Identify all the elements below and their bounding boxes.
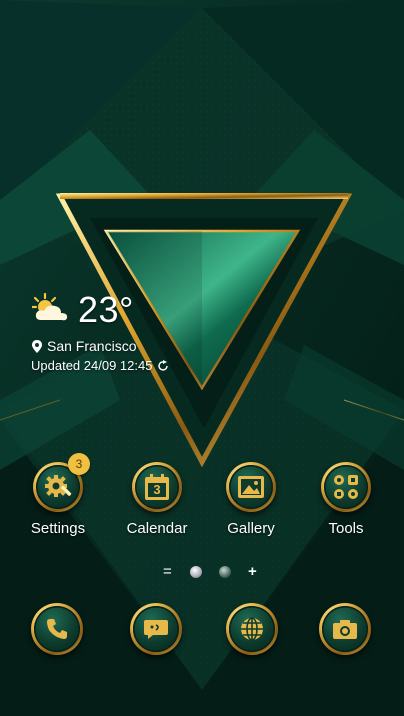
updated-label: Updated 24/09 12:45 (31, 358, 153, 373)
phone-icon (47, 619, 67, 639)
notification-badge: 3 (68, 453, 90, 475)
partly-sunny-icon (32, 292, 68, 321)
tools-folder-icon (334, 475, 358, 499)
page-dot[interactable] (219, 566, 231, 578)
dock-phone[interactable] (17, 603, 97, 655)
messages-icon (144, 620, 168, 639)
app-tools[interactable]: Tools (306, 462, 386, 537)
pager-menu-icon[interactable]: = (163, 563, 172, 581)
app-label-tools: Tools (328, 520, 364, 537)
image-icon (238, 476, 264, 498)
location-label: San Francisco (47, 338, 137, 354)
app-settings[interactable]: 3 Settings (18, 453, 98, 537)
dock-messages[interactable] (116, 603, 196, 655)
location-pin-icon (32, 339, 42, 353)
location: San Francisco (32, 338, 136, 354)
app-label-settings: Settings (30, 520, 86, 537)
gear-wrench-icon (45, 475, 72, 497)
add-page-icon[interactable]: + (248, 563, 257, 581)
app-gallery[interactable]: Gallery (211, 462, 291, 537)
temperature: 23° (78, 289, 134, 330)
browser-globe-icon (241, 617, 263, 641)
page-indicator: = + (0, 563, 404, 581)
dock-browser[interactable] (212, 603, 292, 655)
camera-icon (333, 620, 357, 639)
app-calendar[interactable]: 3 Calendar (117, 462, 197, 537)
updated-info: Updated 24/09 12:45 (31, 358, 169, 373)
app-label-calendar: Calendar (126, 520, 188, 537)
page-dot-active[interactable] (190, 566, 202, 578)
refresh-icon[interactable] (157, 359, 169, 372)
app-label-gallery: Gallery (227, 520, 275, 537)
dock-camera[interactable] (305, 603, 385, 655)
calendar-day: 3 (153, 482, 161, 497)
